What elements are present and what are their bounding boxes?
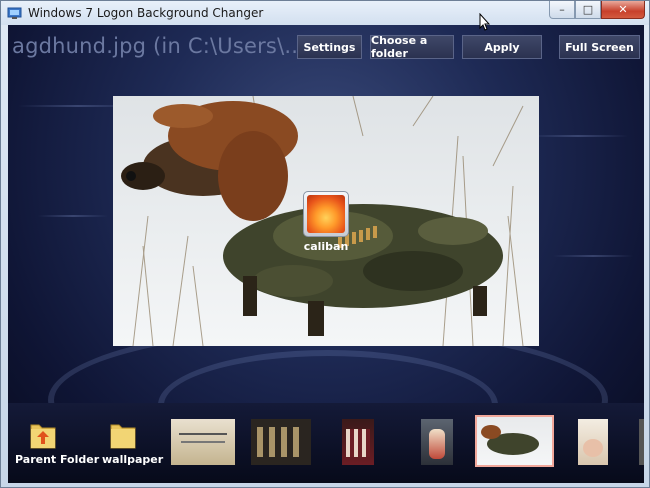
- flower-avatar-icon: [307, 195, 345, 233]
- cursor-icon: [479, 13, 491, 31]
- background-streak: [38, 215, 108, 217]
- app-icon: [7, 7, 22, 19]
- background-streak: [553, 255, 633, 257]
- close-button[interactable]: ✕: [601, 1, 645, 19]
- wallpaper-folder-label[interactable]: wallpaper: [102, 453, 163, 466]
- caption-buttons: – □ ✕: [549, 1, 645, 20]
- folder-icon[interactable]: [110, 419, 136, 449]
- background-streak: [528, 135, 628, 137]
- title-bar[interactable]: Windows 7 Logon Background Changer – □ ✕: [1, 1, 649, 25]
- thumbnail-image[interactable]: [251, 419, 311, 465]
- settings-button[interactable]: Settings: [297, 35, 362, 59]
- thumbnail-image[interactable]: [421, 419, 453, 465]
- parent-folder-label[interactable]: Parent Folder: [15, 453, 99, 466]
- thumbnail-image[interactable]: [342, 419, 374, 465]
- app-client-area: agdhund.jpg (in C:\Users\... Settings Ch…: [8, 25, 644, 483]
- thumbnail-image-selected[interactable]: [477, 417, 552, 465]
- thumbnail-image[interactable]: [578, 419, 608, 465]
- minimize-button[interactable]: –: [549, 1, 575, 19]
- user-name: caliban: [303, 240, 349, 253]
- thumbnail-image[interactable]: [639, 419, 644, 465]
- maximize-button[interactable]: □: [575, 1, 601, 19]
- thumbnail-image[interactable]: [171, 419, 235, 465]
- fullscreen-button[interactable]: Full Screen: [559, 35, 640, 59]
- app-window: Windows 7 Logon Background Changer – □ ✕…: [0, 0, 650, 488]
- window-title: Windows 7 Logon Background Changer: [28, 6, 264, 20]
- apply-button[interactable]: Apply: [462, 35, 542, 59]
- current-file-path: agdhund.jpg (in C:\Users\...: [12, 34, 305, 58]
- choose-folder-button[interactable]: Choose a folder: [370, 34, 454, 60]
- folder-up-icon[interactable]: [30, 419, 56, 449]
- user-tile: [303, 191, 349, 237]
